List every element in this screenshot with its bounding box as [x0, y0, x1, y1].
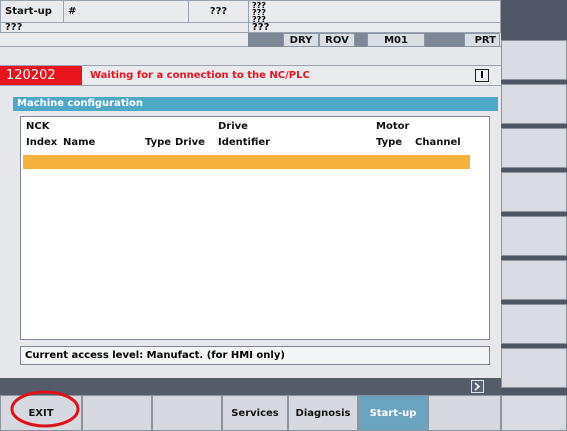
softkey-7[interactable] [428, 395, 501, 431]
channel-line-2: ??? [252, 8, 266, 17]
access-level-bar: Current access level: Manufact. (for HMI… [20, 346, 490, 365]
status-m01: M01 [367, 33, 425, 47]
status-row: DRY ROV M01 PRT [0, 33, 501, 47]
vertical-softkey-1[interactable] [501, 40, 567, 80]
softkey-2[interactable] [82, 395, 152, 431]
softkey-3[interactable] [152, 395, 222, 431]
vertical-softkey-6[interactable] [501, 260, 567, 300]
selected-table-row[interactable] [23, 155, 470, 169]
alarm-text: Waiting for a connection to the NC/PLC [90, 70, 310, 81]
vertical-softkey-3[interactable] [501, 128, 567, 168]
diagnosis-softkey[interactable]: Diagnosis [288, 395, 358, 431]
col-drive: Drive [175, 137, 205, 148]
status-rov: ROV [319, 33, 355, 47]
vertical-softkey-7[interactable] [501, 304, 567, 344]
row2-left-value: ??? [5, 22, 23, 33]
status-dark-cell [248, 33, 283, 47]
alarm-line: 120202 Waiting for a connection to the N… [0, 65, 501, 86]
col-channel: Channel [415, 137, 461, 148]
startup-softkey[interactable]: Start-up [358, 395, 428, 431]
channel-status: ??? ??? ??? [249, 1, 501, 24]
config-table: NCK Drive Motor Index Name Type Drive Id… [20, 116, 490, 340]
header-bar: Start-up # ??? ??? ??? ??? ??? ??? [0, 0, 501, 34]
services-softkey[interactable]: Services [222, 395, 288, 431]
vertical-softkey-column [501, 0, 567, 431]
vertical-softkey-5[interactable] [501, 216, 567, 256]
vertical-softkey-2[interactable] [501, 84, 567, 124]
panel-title: Machine configuration [13, 97, 498, 111]
hmi-screen: Start-up # ??? ??? ??? ??? ??? ??? DRY R… [0, 0, 567, 431]
annotation-circle [10, 390, 80, 428]
col-name: Name [63, 137, 96, 148]
alarm-indicator-button[interactable]: I [475, 69, 489, 82]
status-dry: DRY [283, 33, 319, 47]
area-label: Start-up [1, 1, 64, 23]
col-identifier: Identifier [218, 137, 271, 148]
col-nck: NCK [26, 121, 50, 132]
status-prt: PRT [464, 33, 500, 47]
col-motor-group: Motor [376, 121, 410, 132]
alarm-number: 120202 [0, 66, 82, 85]
channel-line-3: ??? [252, 15, 266, 24]
vsk-top-blank [501, 0, 567, 40]
vertical-softkey-4[interactable] [501, 172, 567, 212]
program-value: ??? [189, 1, 249, 23]
chevron-right-icon[interactable] [471, 380, 484, 393]
col-type: Type [145, 137, 172, 148]
channel-line-1: ??? [252, 1, 266, 10]
vertical-softkey-8[interactable] [501, 348, 567, 388]
col-drive-group: Drive [218, 121, 248, 132]
col-index: Index [26, 137, 58, 148]
program-prefix: # [64, 1, 189, 23]
col-motor-type: Type [376, 137, 403, 148]
vertical-softkey-bottom[interactable] [501, 395, 567, 431]
